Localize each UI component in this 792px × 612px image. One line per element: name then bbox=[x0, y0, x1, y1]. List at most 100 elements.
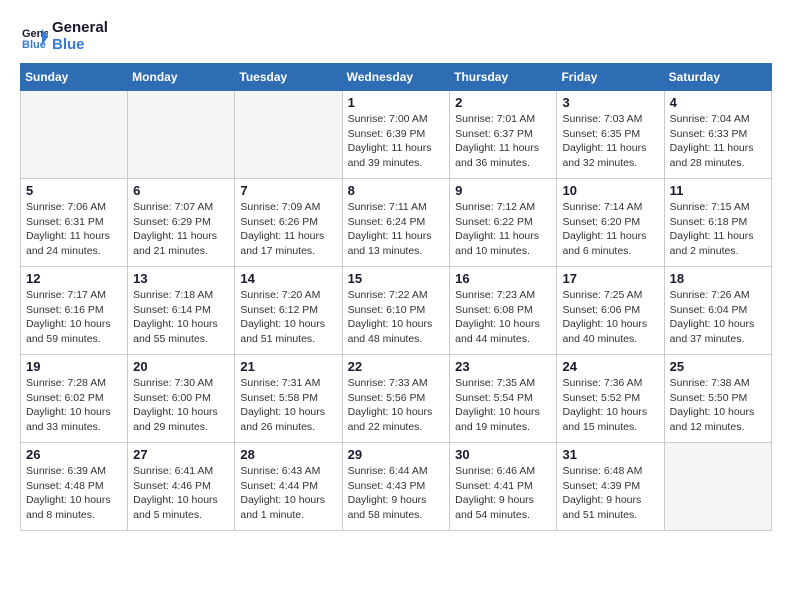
day-info: Sunrise: 7:12 AMSunset: 6:22 PMDaylight:… bbox=[455, 200, 551, 259]
day-info: Sunrise: 7:18 AMSunset: 6:14 PMDaylight:… bbox=[133, 288, 229, 347]
day-info: Sunrise: 7:23 AMSunset: 6:08 PMDaylight:… bbox=[455, 288, 551, 347]
calendar-day: 19 Sunrise: 7:28 AMSunset: 6:02 PMDayligh… bbox=[21, 355, 128, 443]
calendar-table: SundayMondayTuesdayWednesdayThursdayFrid… bbox=[20, 63, 772, 531]
day-number: 24 bbox=[562, 359, 658, 374]
calendar-day: 28 Sunrise: 6:43 AMSunset: 4:44 PMDayligh… bbox=[235, 443, 342, 531]
day-info: Sunrise: 6:39 AMSunset: 4:48 PMDaylight:… bbox=[26, 464, 122, 523]
day-number: 18 bbox=[670, 271, 766, 286]
day-info: Sunrise: 7:20 AMSunset: 6:12 PMDaylight:… bbox=[240, 288, 336, 347]
day-info: Sunrise: 6:41 AMSunset: 4:46 PMDaylight:… bbox=[133, 464, 229, 523]
day-number: 15 bbox=[348, 271, 445, 286]
day-info: Sunrise: 7:07 AMSunset: 6:29 PMDaylight:… bbox=[133, 200, 229, 259]
calendar-day: 26 Sunrise: 6:39 AMSunset: 4:48 PMDayligh… bbox=[21, 443, 128, 531]
day-info: Sunrise: 6:44 AMSunset: 4:43 PMDaylight:… bbox=[348, 464, 445, 523]
day-number: 30 bbox=[455, 447, 551, 462]
calendar-day: 23 Sunrise: 7:35 AMSunset: 5:54 PMDayligh… bbox=[450, 355, 557, 443]
day-info: Sunrise: 6:46 AMSunset: 4:41 PMDaylight:… bbox=[455, 464, 551, 523]
day-info: Sunrise: 7:22 AMSunset: 6:10 PMDaylight:… bbox=[348, 288, 445, 347]
day-info: Sunrise: 7:30 AMSunset: 6:00 PMDaylight:… bbox=[133, 376, 229, 435]
calendar-day: 16 Sunrise: 7:23 AMSunset: 6:08 PMDayligh… bbox=[450, 267, 557, 355]
day-header-tuesday: Tuesday bbox=[235, 64, 342, 91]
calendar-day: 7 Sunrise: 7:09 AMSunset: 6:26 PMDaylight… bbox=[235, 179, 342, 267]
calendar-day: 15 Sunrise: 7:22 AMSunset: 6:10 PMDayligh… bbox=[342, 267, 450, 355]
day-number: 20 bbox=[133, 359, 229, 374]
day-number: 11 bbox=[670, 183, 766, 198]
day-info: Sunrise: 7:15 AMSunset: 6:18 PMDaylight:… bbox=[670, 200, 766, 259]
day-info: Sunrise: 6:48 AMSunset: 4:39 PMDaylight:… bbox=[562, 464, 658, 523]
calendar-day: 6 Sunrise: 7:07 AMSunset: 6:29 PMDaylight… bbox=[128, 179, 235, 267]
calendar-day: 20 Sunrise: 7:30 AMSunset: 6:00 PMDayligh… bbox=[128, 355, 235, 443]
day-info: Sunrise: 7:33 AMSunset: 5:56 PMDaylight:… bbox=[348, 376, 445, 435]
calendar-day: 17 Sunrise: 7:25 AMSunset: 6:06 PMDayligh… bbox=[557, 267, 664, 355]
day-number: 23 bbox=[455, 359, 551, 374]
day-number: 13 bbox=[133, 271, 229, 286]
calendar-day: 13 Sunrise: 7:18 AMSunset: 6:14 PMDayligh… bbox=[128, 267, 235, 355]
calendar-day: 12Sunrise: 7:17 AMSunset: 6:16 PMDayligh… bbox=[21, 267, 128, 355]
day-info: Sunrise: 6:43 AMSunset: 4:44 PMDaylight:… bbox=[240, 464, 336, 523]
week-row-3: 12Sunrise: 7:17 AMSunset: 6:16 PMDayligh… bbox=[21, 267, 772, 355]
day-number: 6 bbox=[133, 183, 229, 198]
day-number: 31 bbox=[562, 447, 658, 462]
day-number: 22 bbox=[348, 359, 445, 374]
calendar-day: 31 Sunrise: 6:48 AMSunset: 4:39 PMDayligh… bbox=[557, 443, 664, 531]
calendar-day: 10 Sunrise: 7:14 AMSunset: 6:20 PMDayligh… bbox=[557, 179, 664, 267]
calendar-day bbox=[664, 443, 771, 531]
day-info: Sunrise: 7:09 AMSunset: 6:26 PMDaylight:… bbox=[240, 200, 336, 259]
day-number: 19 bbox=[26, 359, 122, 374]
day-header-friday: Friday bbox=[557, 64, 664, 91]
logo-icon: General Blue bbox=[20, 23, 48, 51]
day-number: 29 bbox=[348, 447, 445, 462]
day-number: 14 bbox=[240, 271, 336, 286]
day-header-sunday: Sunday bbox=[21, 64, 128, 91]
day-header-thursday: Thursday bbox=[450, 64, 557, 91]
calendar-day: 2Sunrise: 7:01 AMSunset: 6:37 PMDaylight… bbox=[450, 91, 557, 179]
day-info: Sunrise: 7:14 AMSunset: 6:20 PMDaylight:… bbox=[562, 200, 658, 259]
calendar-day bbox=[235, 91, 342, 179]
calendar-day: 14 Sunrise: 7:20 AMSunset: 6:12 PMDayligh… bbox=[235, 267, 342, 355]
calendar-day: 27Sunrise: 6:41 AMSunset: 4:46 PMDayligh… bbox=[128, 443, 235, 531]
day-number: 4 bbox=[670, 95, 766, 110]
calendar-day: 9 Sunrise: 7:12 AMSunset: 6:22 PMDaylight… bbox=[450, 179, 557, 267]
week-row-1: 1Sunrise: 7:00 AMSunset: 6:39 PMDaylight… bbox=[21, 91, 772, 179]
day-info: Sunrise: 7:25 AMSunset: 6:06 PMDaylight:… bbox=[562, 288, 658, 347]
calendar-day: 22 Sunrise: 7:33 AMSunset: 5:56 PMDayligh… bbox=[342, 355, 450, 443]
week-row-4: 19 Sunrise: 7:28 AMSunset: 6:02 PMDayligh… bbox=[21, 355, 772, 443]
day-header-saturday: Saturday bbox=[664, 64, 771, 91]
calendar-day: 1Sunrise: 7:00 AMSunset: 6:39 PMDaylight… bbox=[342, 91, 450, 179]
day-info: Sunrise: 7:03 AMSunset: 6:35 PMDaylight:… bbox=[562, 112, 658, 171]
day-number: 1 bbox=[348, 95, 445, 110]
calendar-day bbox=[128, 91, 235, 179]
calendar-day: 30 Sunrise: 6:46 AMSunset: 4:41 PMDayligh… bbox=[450, 443, 557, 531]
calendar-day: 4 Sunrise: 7:04 AMSunset: 6:33 PMDaylight… bbox=[664, 91, 771, 179]
day-number: 3 bbox=[562, 95, 658, 110]
week-row-5: 26 Sunrise: 6:39 AMSunset: 4:48 PMDayligh… bbox=[21, 443, 772, 531]
day-info: Sunrise: 7:28 AMSunset: 6:02 PMDaylight:… bbox=[26, 376, 122, 435]
day-info: Sunrise: 7:01 AMSunset: 6:37 PMDaylight:… bbox=[455, 112, 551, 171]
calendar-day bbox=[21, 91, 128, 179]
day-number: 9 bbox=[455, 183, 551, 198]
day-header-wednesday: Wednesday bbox=[342, 64, 450, 91]
day-info: Sunrise: 7:26 AMSunset: 6:04 PMDaylight:… bbox=[670, 288, 766, 347]
calendar-day: 24 Sunrise: 7:36 AMSunset: 5:52 PMDayligh… bbox=[557, 355, 664, 443]
logo-general: General bbox=[52, 20, 108, 37]
day-info: Sunrise: 7:35 AMSunset: 5:54 PMDaylight:… bbox=[455, 376, 551, 435]
day-number: 10 bbox=[562, 183, 658, 198]
day-number: 5 bbox=[26, 183, 122, 198]
day-number: 28 bbox=[240, 447, 336, 462]
day-info: Sunrise: 7:11 AMSunset: 6:24 PMDaylight:… bbox=[348, 200, 445, 259]
day-info: Sunrise: 7:36 AMSunset: 5:52 PMDaylight:… bbox=[562, 376, 658, 435]
day-number: 12 bbox=[26, 271, 122, 286]
day-number: 26 bbox=[26, 447, 122, 462]
day-number: 17 bbox=[562, 271, 658, 286]
calendar-day: 21Sunrise: 7:31 AMSunset: 5:58 PMDayligh… bbox=[235, 355, 342, 443]
day-number: 25 bbox=[670, 359, 766, 374]
day-number: 8 bbox=[348, 183, 445, 198]
day-number: 7 bbox=[240, 183, 336, 198]
day-info: Sunrise: 7:06 AMSunset: 6:31 PMDaylight:… bbox=[26, 200, 122, 259]
day-number: 16 bbox=[455, 271, 551, 286]
day-info: Sunrise: 7:31 AMSunset: 5:58 PMDaylight:… bbox=[240, 376, 336, 435]
calendar-day: 25Sunrise: 7:38 AMSunset: 5:50 PMDayligh… bbox=[664, 355, 771, 443]
week-row-2: 5 Sunrise: 7:06 AMSunset: 6:31 PMDaylight… bbox=[21, 179, 772, 267]
calendar-day: 5 Sunrise: 7:06 AMSunset: 6:31 PMDaylight… bbox=[21, 179, 128, 267]
day-info: Sunrise: 7:04 AMSunset: 6:33 PMDaylight:… bbox=[670, 112, 766, 171]
